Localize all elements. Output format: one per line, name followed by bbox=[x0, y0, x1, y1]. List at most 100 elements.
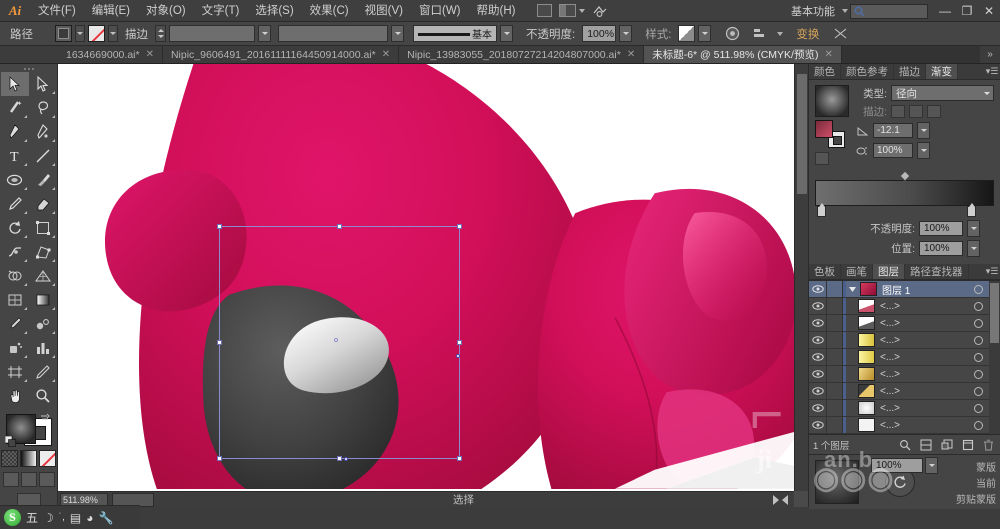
artboard-tool[interactable] bbox=[1, 360, 29, 384]
target-indicator[interactable] bbox=[968, 352, 988, 362]
brush-chevron-icon[interactable] bbox=[391, 25, 404, 42]
visibility-toggle[interactable] bbox=[809, 383, 827, 399]
keyboard-icon[interactable]: ▤ bbox=[70, 511, 81, 525]
eraser-tool[interactable] bbox=[29, 192, 57, 216]
gradient-location-field[interactable]: 100% bbox=[919, 241, 963, 256]
document-tab-3[interactable]: Nipic_13983055_20180727214204807000.ai* … bbox=[399, 46, 645, 63]
moon-icon[interactable]: ☽ bbox=[43, 511, 54, 525]
document-tab-4-active[interactable]: 未标题-6* @ 511.98% (CMYK/预览) ✕ bbox=[644, 46, 842, 63]
fill-dropdown[interactable] bbox=[75, 25, 85, 42]
tab-color[interactable]: 颜色 bbox=[809, 64, 841, 79]
gradient-aspect-field[interactable]: 100% bbox=[873, 143, 913, 158]
workspace-switcher[interactable]: 基本功能 bbox=[787, 3, 839, 19]
tab-layers[interactable]: 图层 bbox=[873, 264, 905, 279]
gradient-preview-thumb[interactable] bbox=[815, 85, 849, 117]
column-graph-tool[interactable] bbox=[29, 336, 57, 360]
stock-icon[interactable] bbox=[587, 2, 613, 20]
gradient-tool[interactable] bbox=[29, 288, 57, 312]
stroke-dropdown[interactable] bbox=[108, 25, 118, 42]
tab-swatches[interactable]: 色板 bbox=[809, 264, 841, 279]
brush-definition-field[interactable] bbox=[278, 25, 388, 42]
menu-type[interactable]: 文字(T) bbox=[194, 0, 248, 22]
make-clipping-mask-icon[interactable] bbox=[918, 437, 933, 452]
lock-toggle[interactable] bbox=[827, 281, 843, 297]
layer-name[interactable]: <...> bbox=[875, 386, 968, 397]
visibility-toggle[interactable] bbox=[809, 366, 827, 382]
tab-brushes[interactable]: 画笔 bbox=[841, 264, 873, 279]
stroke-gradient-along[interactable] bbox=[909, 105, 923, 118]
menu-help[interactable]: 帮助(H) bbox=[469, 0, 524, 22]
layer-name[interactable]: <...> bbox=[875, 369, 968, 380]
search-input[interactable] bbox=[850, 3, 928, 19]
target-indicator[interactable] bbox=[968, 284, 988, 294]
menu-view[interactable]: 视图(V) bbox=[357, 0, 411, 22]
ellipse-tool[interactable] bbox=[1, 168, 29, 192]
visibility-toggle[interactable] bbox=[809, 298, 827, 314]
reverse-gradient-button[interactable] bbox=[815, 152, 829, 165]
bridge-icon[interactable] bbox=[531, 2, 557, 20]
visibility-toggle[interactable] bbox=[809, 400, 827, 416]
create-new-layer-icon[interactable] bbox=[960, 437, 975, 452]
align-chevron-icon[interactable] bbox=[777, 31, 784, 36]
bottom-opacity-field[interactable]: 100% bbox=[871, 458, 923, 473]
visibility-toggle[interactable] bbox=[809, 349, 827, 365]
scrollbar-thumb[interactable] bbox=[990, 283, 999, 343]
selection-handle-bl[interactable] bbox=[217, 456, 222, 461]
lasso-tool[interactable] bbox=[29, 96, 57, 120]
gradient-stop-start[interactable] bbox=[817, 203, 826, 217]
aspect-chevron-icon[interactable] bbox=[917, 142, 930, 159]
palette-icon[interactable]: ◕ bbox=[86, 511, 93, 525]
lock-toggle[interactable] bbox=[827, 366, 843, 382]
gradient-midpoint-marker[interactable] bbox=[898, 170, 911, 182]
target-indicator[interactable] bbox=[968, 420, 988, 430]
draw-inside-mode[interactable] bbox=[38, 471, 55, 487]
variable-width-profile[interactable]: 基本 bbox=[413, 25, 497, 42]
chevron-down-icon[interactable] bbox=[980, 86, 993, 100]
layer-name[interactable]: <...> bbox=[875, 403, 968, 414]
target-indicator[interactable] bbox=[968, 301, 988, 311]
swap-fill-stroke-icon[interactable] bbox=[40, 413, 50, 423]
target-indicator[interactable] bbox=[968, 386, 988, 396]
scale-tool[interactable] bbox=[29, 216, 57, 240]
gradient-ramp[interactable] bbox=[815, 180, 994, 206]
gradient-slider-area[interactable] bbox=[815, 170, 994, 218]
selection-handle-tm[interactable] bbox=[337, 224, 342, 229]
opacity-field[interactable]: 100% bbox=[582, 25, 617, 42]
shape-builder-tool[interactable] bbox=[1, 264, 29, 288]
lock-toggle[interactable] bbox=[827, 417, 843, 433]
gradient-angle-field[interactable]: -12.1 bbox=[873, 123, 913, 138]
menu-select[interactable]: 选择(S) bbox=[247, 0, 301, 22]
gradient-fill-swatch[interactable] bbox=[815, 120, 833, 138]
draw-behind-mode[interactable] bbox=[20, 471, 37, 487]
mesh-tool[interactable] bbox=[1, 288, 29, 312]
tab-pathfinder[interactable]: 路径查找器 bbox=[905, 264, 969, 279]
menu-file[interactable]: 文件(F) bbox=[30, 0, 84, 22]
selection-tool[interactable] bbox=[0, 71, 29, 96]
layer-row-1[interactable]: <...> bbox=[809, 298, 1000, 315]
layer-name[interactable]: <...> bbox=[875, 318, 968, 329]
perspective-grid-tool[interactable] bbox=[29, 264, 57, 288]
layers-scrollbar[interactable] bbox=[989, 281, 1000, 434]
stroke-gradient-within[interactable] bbox=[891, 105, 905, 118]
mask-thumbnail-area[interactable] bbox=[809, 455, 865, 509]
selection-handle-bm[interactable] bbox=[337, 456, 342, 461]
layer-row-0[interactable]: 图层 1 bbox=[809, 281, 1000, 298]
panel-menu-icon[interactable]: ▾☰ bbox=[984, 64, 1000, 79]
selection-handle-br[interactable] bbox=[457, 456, 462, 461]
layer-row-3[interactable]: <...> bbox=[809, 332, 1000, 349]
target-indicator[interactable] bbox=[968, 403, 988, 413]
fill-color-swatch[interactable] bbox=[55, 25, 72, 42]
target-indicator[interactable] bbox=[968, 369, 988, 379]
lock-toggle[interactable] bbox=[827, 349, 843, 365]
close-icon[interactable]: ✕ bbox=[824, 49, 832, 60]
arrange-documents-icon[interactable] bbox=[559, 2, 586, 20]
color-mode-solid[interactable] bbox=[1, 449, 18, 467]
selection-handle-mr[interactable] bbox=[457, 340, 462, 345]
stroke-color-swatch[interactable] bbox=[88, 25, 105, 42]
transform-label[interactable]: 变换 bbox=[792, 26, 823, 42]
blend-tool[interactable] bbox=[29, 312, 57, 336]
layer-row-4[interactable]: <...> bbox=[809, 349, 1000, 366]
minimize-button[interactable]: — bbox=[934, 1, 956, 21]
close-icon[interactable]: ✕ bbox=[146, 49, 154, 60]
visibility-toggle[interactable] bbox=[809, 417, 827, 433]
